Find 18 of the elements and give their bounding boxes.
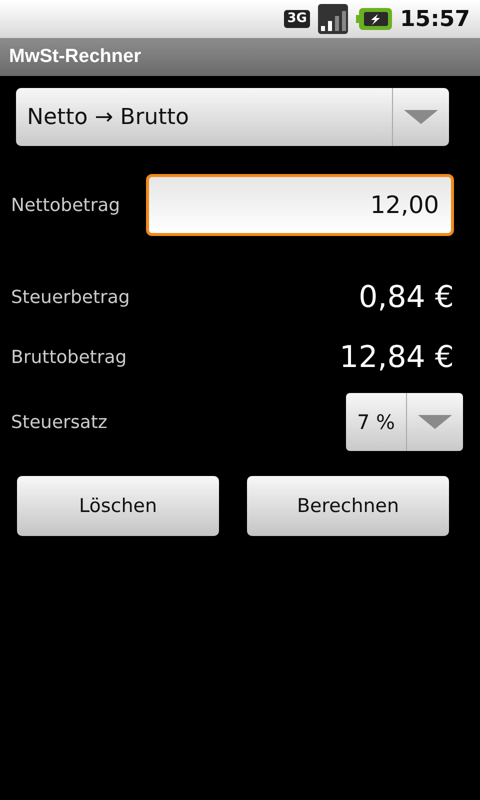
dropdown-caret-icon xyxy=(404,110,438,124)
rate-dropdown[interactable]: 7 % xyxy=(346,393,463,451)
action-button[interactable]: Berechnen xyxy=(247,476,449,536)
action-button[interactable]: Löschen xyxy=(17,476,219,536)
result-value: 0,84 € xyxy=(358,280,454,314)
window-title: MwSt-Rechner xyxy=(9,46,141,68)
result-label: Bruttobetrag xyxy=(11,346,127,368)
rate-label: Steuersatz xyxy=(11,412,108,432)
field-label: Nettobetrag xyxy=(11,194,120,216)
dropdown-caret-icon xyxy=(418,415,452,429)
battery-charging-icon xyxy=(356,8,392,30)
mode-dropdown[interactable]: Netto → Brutto xyxy=(16,88,449,146)
network-type-icon: 3G xyxy=(284,10,310,28)
amount-input-field[interactable]: 12,00 xyxy=(146,174,454,236)
signal-icon xyxy=(318,4,348,34)
clock: 15:57 xyxy=(400,6,470,32)
result-value: 12,84 € xyxy=(339,340,454,374)
result-label: Steuerbetrag xyxy=(11,286,130,308)
